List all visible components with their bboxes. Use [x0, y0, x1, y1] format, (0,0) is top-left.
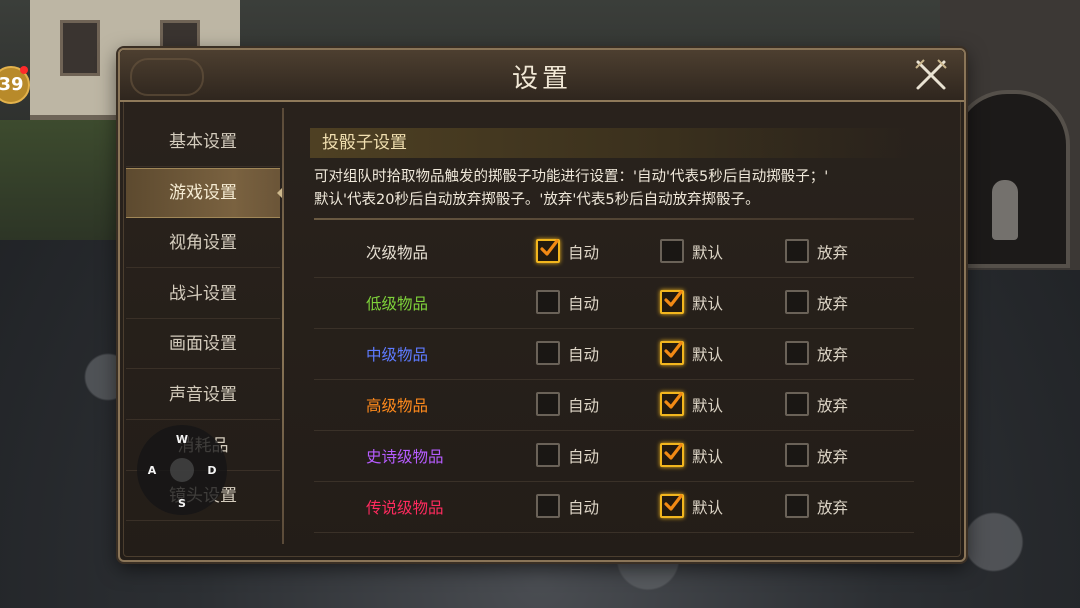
option-label: 默认: [692, 244, 724, 262]
checkbox-box: [660, 290, 684, 314]
checkmark-icon: [664, 443, 683, 460]
loot-row: 传说级物品 自动 默认 放弃: [314, 481, 914, 533]
section-title: 投骰子设置: [310, 128, 910, 158]
checkbox-box: [536, 239, 560, 263]
background-archway: [952, 90, 1070, 268]
checkbox-box: [660, 341, 684, 365]
checkbox-box: [785, 494, 809, 518]
movement-joystick[interactable]: W A D S: [137, 425, 227, 515]
checkbox-box: [536, 494, 560, 518]
close-button[interactable]: [912, 58, 950, 92]
loot-row: 次级物品 自动 默认 放弃: [314, 226, 914, 278]
close-swords-icon: [915, 59, 947, 90]
option-label: 放弃: [817, 346, 849, 364]
section-description: 可对组队时拾取物品触发的掷骰子功能进行设置：'自动'代表5秒后自动掷骰子；' 默…: [314, 166, 934, 212]
sidebar-item-game[interactable]: 游戏设置: [126, 168, 284, 218]
joystick-knob[interactable]: [170, 458, 194, 482]
checkbox-box: [785, 443, 809, 467]
item-quality-label: 传说级物品: [366, 499, 444, 517]
checkbox-box: [785, 341, 809, 365]
option-label: 放弃: [817, 397, 849, 415]
dialog-title-bar: 设置: [120, 50, 964, 102]
content-divider: [314, 218, 914, 220]
sidebar-item-camera-view[interactable]: 视角设置: [126, 219, 280, 268]
checkbox-box: [536, 443, 560, 467]
loot-row: 高级物品 自动 默认 放弃: [314, 379, 914, 431]
option-label: 自动: [568, 499, 600, 517]
loot-row: 史诗级物品 自动 默认 放弃: [314, 430, 914, 482]
dialog-title: 设置: [511, 64, 572, 94]
option-label: 自动: [568, 295, 600, 313]
sidebar-item-sound[interactable]: 声音设置: [126, 371, 280, 420]
option-label: 放弃: [817, 448, 849, 466]
item-quality-label: 低级物品: [366, 295, 429, 313]
option-label: 自动: [568, 244, 600, 262]
checkmark-icon: [664, 290, 683, 307]
checkmark-icon: [540, 239, 559, 256]
option-label: 默认: [692, 397, 724, 415]
description-line: 默认'代表20秒后自动放弃掷骰子。'放弃'代表5秒后自动放弃掷骰子。: [314, 192, 760, 208]
option-label: 放弃: [817, 499, 849, 517]
item-quality-label: 史诗级物品: [366, 448, 444, 466]
loot-row: 中级物品 自动 默认 放弃: [314, 328, 914, 380]
sidebar-item-graphics[interactable]: 画面设置: [126, 320, 280, 369]
sidebar-item-combat[interactable]: 战斗设置: [126, 270, 280, 319]
joystick-key-left: A: [147, 464, 157, 477]
item-quality-label: 次级物品: [366, 244, 429, 262]
background-character: [992, 180, 1018, 240]
checkbox-box: [660, 239, 684, 263]
checkmark-icon: [664, 392, 683, 409]
item-quality-label: 高级物品: [366, 397, 429, 415]
option-label: 默认: [692, 499, 724, 517]
option-label: 默认: [692, 295, 724, 313]
joystick-key-down: S: [178, 497, 186, 510]
notification-dot: [20, 66, 28, 74]
checkmark-icon: [664, 341, 683, 358]
sidebar-item-basic[interactable]: 基本设置: [126, 118, 280, 167]
joystick-key-right: D: [207, 464, 217, 477]
checkbox-box: [785, 290, 809, 314]
option-label: 默认: [692, 448, 724, 466]
item-quality-label: 中级物品: [366, 346, 429, 364]
joystick-key-up: W: [175, 433, 189, 446]
sidebar-divider: [282, 108, 284, 544]
checkmark-icon: [664, 494, 683, 511]
settings-dialog: 设置 基本设置 游戏设置 视角设置 战斗设置 画面设置 声音设置 消耗品 镜头设…: [118, 48, 966, 562]
option-label: 默认: [692, 346, 724, 364]
option-label: 放弃: [817, 295, 849, 313]
option-label: 自动: [568, 346, 600, 364]
description-line: 可对组队时拾取物品触发的掷骰子功能进行设置：'自动'代表5秒后自动掷骰子；': [314, 169, 829, 185]
checkbox-box: [660, 443, 684, 467]
checkbox-box: [660, 392, 684, 416]
checkbox-box: [536, 392, 560, 416]
loot-row: 低级物品 自动 默认 放弃: [314, 277, 914, 329]
checkbox-box: [785, 392, 809, 416]
checkbox-box: [785, 239, 809, 263]
checkbox-box: [536, 290, 560, 314]
option-label: 放弃: [817, 244, 849, 262]
option-label: 自动: [568, 397, 600, 415]
option-label: 自动: [568, 448, 600, 466]
house-window: [60, 20, 100, 76]
checkbox-box: [536, 341, 560, 365]
checkbox-box: [660, 494, 684, 518]
